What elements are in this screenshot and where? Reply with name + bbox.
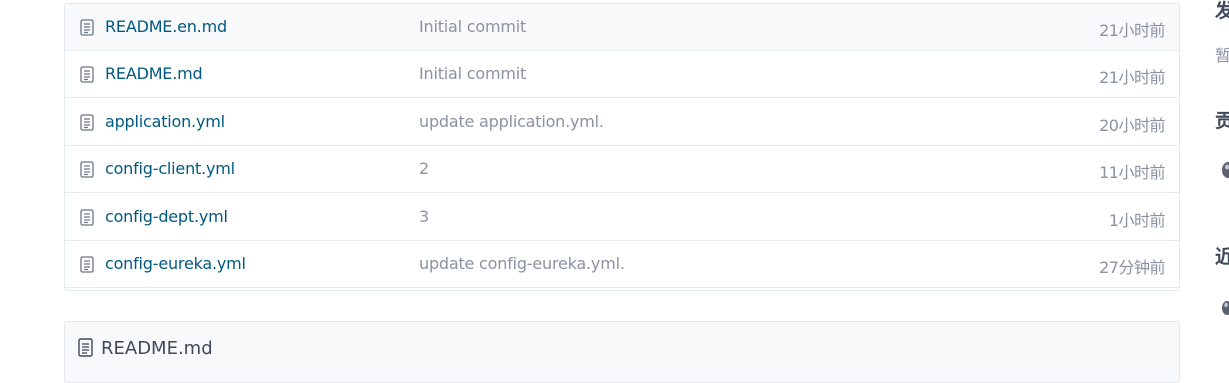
commit-time: 27分钟前 [1099,258,1165,277]
activity-avatar[interactable] [1219,296,1229,320]
file-text-icon [80,161,94,178]
file-text-icon [80,256,94,273]
release-heading: 发 [1215,0,1229,22]
commit-message-link[interactable]: Initial commit [419,64,526,83]
file-name-link[interactable]: config-dept.yml [105,207,228,226]
recent-activity-heading: 近 [1215,246,1229,268]
commit-message-link[interactable]: 3 [419,207,429,226]
commit-message-link[interactable]: 2 [419,159,429,178]
file-row[interactable]: config-dept.yml 3 1小时前 [65,194,1179,241]
file-name-link[interactable]: README.md [105,64,203,83]
commit-message-link[interactable]: update config-eureka.yml. [419,254,625,273]
commit-message-link[interactable]: update application.yml. [419,112,604,131]
file-row[interactable]: README.en.md Initial commit 21小时前 [65,4,1179,51]
file-list: README.en.md Initial commit 21小时前 README… [64,3,1180,291]
commit-time: 1小时前 [1108,211,1166,230]
readme-file-icon [78,338,93,357]
contributor-avatar[interactable] [1219,158,1229,182]
commit-time: 21小时前 [1099,21,1165,40]
file-name-link[interactable]: config-client.yml [105,159,235,178]
readme-title: README.md [101,338,213,359]
commit-message-link[interactable]: Initial commit [419,17,526,36]
file-text-icon [80,19,94,36]
file-name-link[interactable]: README.en.md [105,17,227,36]
readme-panel: README.md [64,321,1180,383]
commit-time: 11小时前 [1099,163,1165,182]
file-text-icon [80,209,94,226]
file-text-icon [80,66,94,83]
commit-time: 20小时前 [1099,116,1165,135]
file-row[interactable]: config-eureka.yml update config-eureka.y… [65,241,1179,288]
release-empty-text: 暂 [1215,46,1229,65]
file-row[interactable]: README.md Initial commit 21小时前 [65,51,1179,98]
file-name-link[interactable]: application.yml [105,112,225,131]
file-row[interactable]: application.yml update application.yml. … [65,99,1179,146]
commit-time: 21小时前 [1099,68,1165,87]
contributors-heading: 贡 [1215,110,1229,132]
file-name-link[interactable]: config-eureka.yml [105,254,246,273]
file-text-icon [80,114,94,131]
file-row[interactable]: config-client.yml 2 11小时前 [65,146,1179,193]
